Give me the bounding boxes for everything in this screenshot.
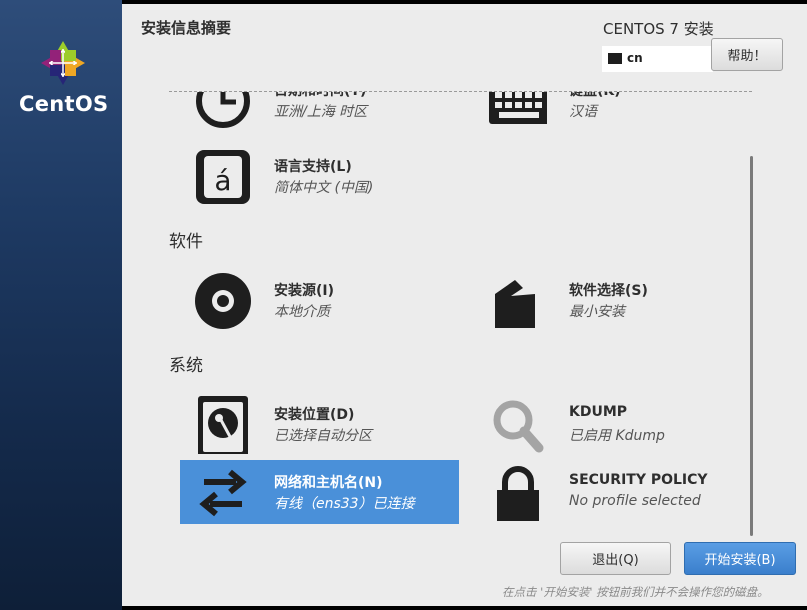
spoke-title: 日期和时间(T)	[274, 92, 366, 100]
logo-text: CentOS	[19, 92, 109, 116]
quit-button[interactable]: 退出(Q)	[560, 542, 671, 575]
page-title: 安装信息摘要	[141, 19, 232, 37]
spoke-status: 亚洲/上海 时区	[274, 104, 368, 120]
sidebar: CentOS	[0, 0, 122, 610]
spoke-install-destination[interactable]: 安装位置(D) 已选择自动分区	[180, 392, 459, 456]
spoke-title: 网络和主机名(N)	[274, 475, 383, 491]
keyboard-layout-icon	[608, 53, 622, 64]
spoke-title: 安装位置(D)	[274, 407, 355, 423]
spoke-status: 最小安装	[569, 304, 625, 320]
spoke-status: 汉语	[569, 104, 597, 120]
spoke-status: 有线（ens33）已连接	[274, 496, 415, 512]
begin-installation-button[interactable]: 开始安装(B)	[684, 542, 796, 575]
spoke-status: 已选择自动分区	[274, 428, 372, 444]
product-title: CENTOS 7 安装	[603, 20, 714, 38]
spoke-title: KDUMP	[569, 404, 628, 420]
keyboard-layout-indicator[interactable]: cn	[602, 46, 713, 72]
spoke-security-policy[interactable]: SECURITY POLICY No profile selected	[475, 460, 754, 524]
spoke-title: SECURITY POLICY	[569, 472, 708, 488]
search-icon	[493, 400, 544, 453]
spoke-install-source[interactable]: 安装源(I) 本地介质	[180, 268, 459, 332]
spoke-status: No profile selected	[569, 493, 701, 509]
spoke-title: 键盘(K)	[569, 92, 621, 100]
spoke-network-hostname[interactable]: 网络和主机名(N) 有线（ens33）已连接	[180, 460, 459, 524]
section-system: 系统	[169, 356, 203, 376]
spoke-status: 已启用 Kdump	[569, 428, 665, 444]
centos-logo-icon	[41, 41, 85, 85]
svg-text:á: á	[214, 164, 231, 197]
spoke-title: 语言支持(L)	[274, 159, 352, 175]
section-software: 软件	[169, 232, 203, 252]
spoke-kdump[interactable]: KDUMP 已启用 Kdump	[475, 392, 754, 456]
spoke-language[interactable]: á 语言支持(L) 简体中文 (中国)	[180, 144, 459, 208]
disc-icon	[195, 273, 251, 329]
help-button[interactable]: 帮助！	[711, 38, 783, 71]
spoke-software-selection[interactable]: 软件选择(S) 最小安装	[475, 268, 754, 332]
network-arrows-icon	[199, 469, 247, 517]
spoke-title: 安装源(I)	[274, 283, 335, 299]
package-icon	[495, 280, 535, 328]
spoke-hub: 日期和时间(T) 亚洲/上海 时区 键盘(K) 汉语 á 语言支持(L)	[122, 92, 807, 542]
spoke-status: 本地介质	[274, 304, 330, 320]
harddisk-icon	[198, 396, 248, 454]
spoke-title: 软件选择(S)	[569, 283, 648, 299]
scrollbar[interactable]	[750, 156, 753, 536]
spoke-keyboard[interactable]: 键盘(K) 汉语	[475, 92, 754, 132]
clock-icon	[196, 92, 250, 128]
spoke-status: 简体中文 (中国)	[274, 180, 374, 196]
language-icon: á	[196, 150, 250, 204]
spoke-datetime[interactable]: 日期和时间(T) 亚洲/上海 时区	[180, 92, 459, 132]
keyboard-layout-label: cn	[627, 51, 643, 65]
keyboard-icon	[489, 92, 547, 124]
main-panel: 安装信息摘要 CENTOS 7 安装 cn 帮助！ 日期和时间(T) 亚洲/上海…	[122, 4, 807, 606]
footer-note: 在点击 '开始安装' 按钮前我们并不会操作您的磁盘。	[502, 585, 769, 599]
lock-icon	[497, 466, 539, 521]
